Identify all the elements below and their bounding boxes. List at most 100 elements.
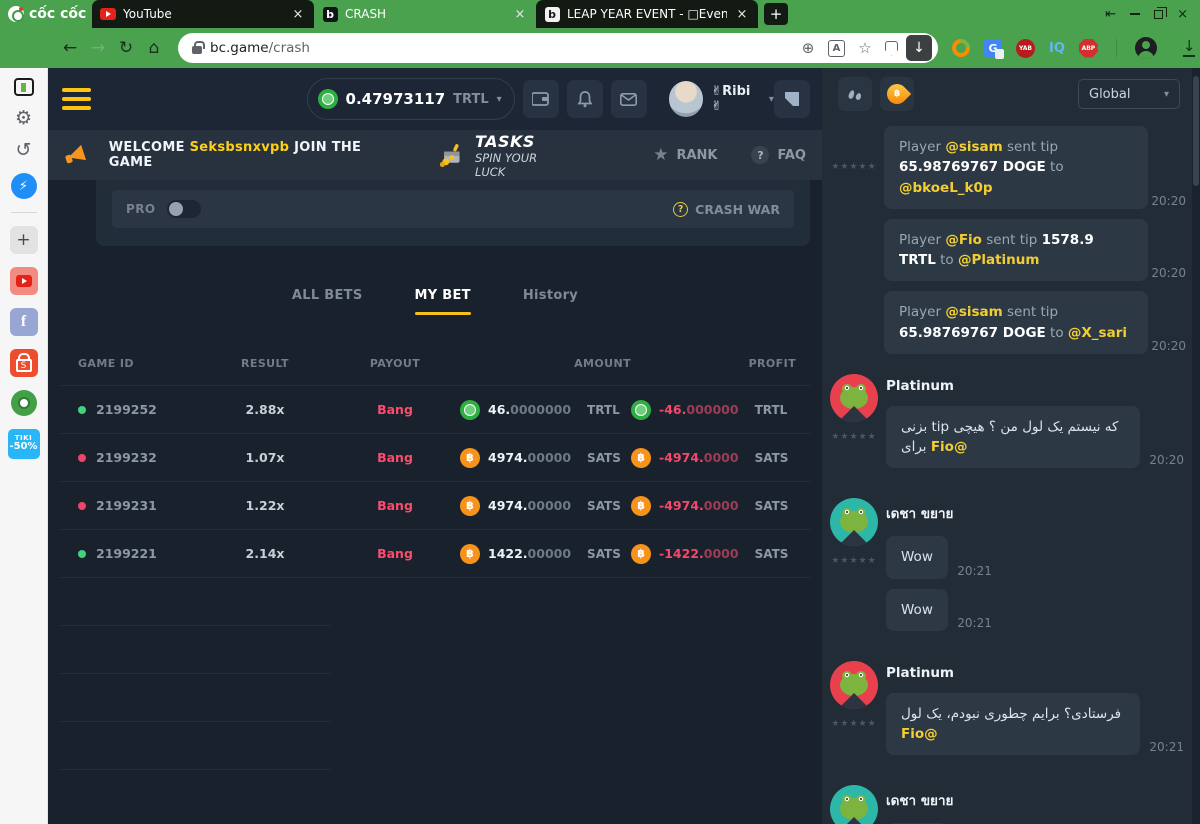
chat-user-name: Platinum [886, 665, 1186, 681]
notifications-bell-button[interactable] [567, 80, 603, 118]
extensions-area: G YAB IQ ABP ↓ [952, 37, 1195, 59]
rank-star-icon: ★ [653, 145, 668, 165]
forward-button[interactable]: → [84, 38, 112, 58]
message-bubble: Wow [886, 589, 948, 631]
tab-close-icon[interactable]: × [734, 7, 750, 22]
amount-cell: 4974.00000SATS [460, 448, 631, 468]
crash-game-panel: PRO ? CRASH WAR [96, 180, 810, 246]
table-row: 2199221 2.14x Bang 1422.00000SATS -1422.… [60, 529, 810, 577]
user-avatar[interactable] [669, 81, 703, 117]
btc-coin-icon [460, 448, 480, 468]
add-shortcut-icon[interactable]: ⊕ [796, 39, 820, 57]
profit-cell: -46.000000TRTL [631, 400, 810, 420]
back-button[interactable]: ← [56, 38, 84, 58]
address-bar[interactable]: bc.game/crash ⊕ A ☆ ↓ [178, 33, 938, 63]
btc-coin-icon [460, 496, 480, 516]
coccoc-ball-icon[interactable] [11, 390, 37, 416]
chat-user-name: เดชา ขยาย [886, 502, 1186, 524]
game-status-dot [78, 502, 86, 510]
mail-button[interactable] [611, 80, 647, 118]
tab-all-bets[interactable]: ALL BETS [292, 288, 363, 315]
tab-leap-year-event[interactable]: b LEAP YEAR EVENT - □Event - C × [536, 0, 758, 28]
downloads-icon[interactable]: ↓ [1183, 39, 1196, 57]
chat-scrollbar[interactable] [1192, 68, 1200, 824]
browser-profile-icon[interactable] [1135, 37, 1157, 59]
chat-user-avatar[interactable] [830, 661, 878, 709]
google-translate-extension-icon[interactable]: G [984, 39, 1002, 57]
messenger-icon[interactable]: ⚡ [11, 173, 37, 199]
table-row: 2199211 6.14x 4.12x 124.000000SATS 510.0… [60, 769, 810, 817]
minimize-button[interactable] [1130, 13, 1140, 15]
tab-close-icon[interactable]: × [512, 7, 528, 22]
extension-donut-icon[interactable] [948, 35, 973, 60]
url-text[interactable]: bc.game/crash [210, 40, 788, 56]
result-cell: 2.14x [200, 546, 330, 561]
vip-stars: ★★★★★ [831, 432, 876, 442]
pin-window-icon[interactable]: ⇤ [1105, 8, 1116, 21]
message-time: 20:20 [1146, 453, 1184, 468]
user-name[interactable]: ✌Ribi✌ [711, 84, 759, 114]
chevron-down-icon: ▾ [497, 94, 502, 105]
tab-crash[interactable]: b CRASH × [314, 0, 536, 28]
shield-icon[interactable] [885, 41, 898, 56]
welcome-username: Seksbsnxvpb [190, 140, 290, 155]
tab-my-bet[interactable]: MY BET [415, 288, 471, 315]
profit-cell: -1422.0000SATS [631, 544, 810, 564]
trtl-coin-icon [460, 400, 480, 420]
iq-extension-icon[interactable]: IQ [1049, 41, 1065, 56]
chat-messages[interactable]: ★★★★★ Player @sisam sent tip 65.98769767… [822, 120, 1200, 824]
lock-icon [192, 46, 202, 54]
chat-header: ฿ Global ▾ [822, 68, 1200, 120]
pro-toggle[interactable] [167, 200, 201, 218]
tasks-promo[interactable]: TASKS SPIN YOUR LUCK [439, 132, 557, 179]
wallet-button[interactable] [523, 80, 559, 118]
chat-message-group: ★★★★★ Platinumبزنی tip هیچی ؟ من لول یک … [830, 374, 1186, 479]
message-bubble: Wow [886, 536, 948, 578]
chat-user-avatar[interactable] [830, 498, 878, 546]
profit-cell: -4974.0000SATS [631, 448, 810, 468]
restore-button[interactable] [1154, 10, 1163, 19]
pro-label: PRO [126, 202, 155, 216]
site-main: 0.47973117 TRTL ▾ ✌Ribi✌ ▾ [48, 68, 822, 824]
chat-user-avatar[interactable] [830, 785, 878, 824]
bookmark-star-icon[interactable]: ☆ [853, 39, 877, 57]
faq-link[interactable]: ? FAQ [751, 146, 806, 164]
hamburger-menu-icon[interactable] [62, 88, 91, 110]
new-tab-button[interactable]: + [764, 3, 788, 25]
home-button[interactable]: ⌂ [140, 38, 168, 58]
reload-button[interactable]: ↻ [112, 38, 140, 58]
balance-selector[interactable]: 0.47973117 TRTL ▾ [307, 78, 515, 120]
shopee-shortcut-icon[interactable]: S [10, 349, 38, 377]
btc-coin-icon [460, 544, 480, 564]
coin-drop-button[interactable]: ฿ [880, 77, 914, 111]
game-status-dot [78, 406, 86, 414]
tab-strip: cốc cốc YouTube × b CRASH × b LEAP YEAR … [0, 0, 1200, 28]
download-progress-button[interactable]: ↓ [906, 35, 932, 61]
youtube-shortcut-icon[interactable] [10, 267, 38, 295]
browser-window: cốc cốc YouTube × b CRASH × b LEAP YEAR … [0, 0, 1200, 824]
chat-toggle-button[interactable] [774, 80, 810, 118]
adblock-plus-extension-icon[interactable]: ABP [1079, 39, 1098, 58]
history-icon[interactable]: ↺ [16, 141, 32, 160]
tiki-sale-badge[interactable]: TIKI-50% [8, 429, 40, 459]
close-window-button[interactable]: × [1177, 8, 1188, 21]
scrollbar-thumb[interactable] [1193, 76, 1199, 186]
message-bubble: لول یک نبودم، چطوری برایم فرستادی؟ @Fio [886, 693, 1140, 756]
rank-link[interactable]: ★ RANK [653, 145, 717, 165]
pro-bar: PRO ? CRASH WAR [112, 190, 794, 228]
browser-sidebar: ⚙ ↺ ⚡ + f S TIKI-50% [0, 68, 48, 824]
vip-stars: ★★★★★ [831, 556, 876, 566]
facebook-shortcut-icon[interactable]: f [10, 308, 38, 336]
add-shortcut-button[interactable]: + [10, 226, 38, 254]
settings-gear-icon[interactable]: ⚙ [15, 109, 32, 128]
chat-user-avatar[interactable] [830, 374, 878, 422]
sidebar-toggle-icon[interactable] [14, 78, 34, 96]
translate-icon[interactable]: A [828, 40, 845, 57]
tab-history[interactable]: History [523, 288, 578, 315]
rain-feature-button[interactable] [838, 77, 872, 111]
yab-extension-icon[interactable]: YAB [1016, 39, 1035, 58]
chat-channel-select[interactable]: Global ▾ [1078, 79, 1180, 109]
tab-youtube[interactable]: YouTube × [92, 0, 314, 28]
crash-war-link[interactable]: ? CRASH WAR [673, 202, 780, 217]
tab-close-icon[interactable]: × [290, 7, 306, 22]
